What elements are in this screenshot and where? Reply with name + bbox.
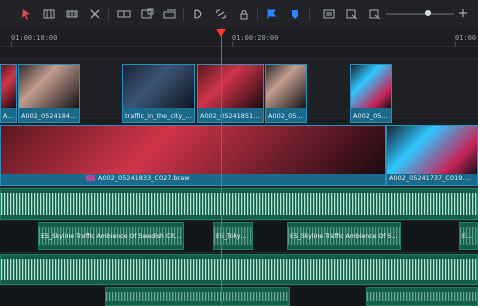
blade-icon[interactable]: [88, 8, 102, 20]
audio-clip[interactable]: [105, 287, 290, 306]
track-divider: [0, 220, 478, 221]
overwrite-clip-icon[interactable]: [140, 8, 154, 20]
video-clip[interactable]: traffic_in_the_city_at_...: [122, 64, 195, 123]
link-icon[interactable]: [214, 8, 228, 20]
insert-clip-icon[interactable]: [117, 8, 131, 20]
flag-icon[interactable]: [265, 8, 279, 20]
audio-clip-label: ES_Skyline Traffic Ambience Of Swe...: [290, 233, 398, 240]
audio-clip[interactable]: ES...: [459, 222, 478, 250]
zoom-custom-icon[interactable]: [368, 8, 382, 20]
zoom-slider-handle[interactable]: [425, 10, 431, 16]
audio-clip[interactable]: ES_Tokyo...: [213, 222, 253, 250]
ruler-tick: [11, 42, 12, 46]
audio-clip[interactable]: ES_Skyline Traffic Ambience Of Swedish C…: [38, 222, 184, 250]
zoom-slider-track[interactable]: [386, 13, 454, 15]
clip-label: A..._br...: [3, 112, 14, 120]
video-clip[interactable]: A002_05241851_C0...: [197, 64, 264, 123]
clip-label: traffic_in_the_city_at_...: [125, 112, 192, 120]
video-clip[interactable]: A002_05241833_C027.braw: [0, 125, 386, 186]
toolbar-divider: [183, 7, 184, 21]
audio-clip[interactable]: [366, 287, 478, 306]
video-clip[interactable]: A002_052...: [350, 64, 392, 123]
video-clip[interactable]: A..._br...: [0, 64, 17, 123]
audio-clip[interactable]: [0, 188, 478, 220]
playhead-handle[interactable]: [216, 29, 226, 37]
toolbar-divider: [257, 7, 258, 21]
audio-clip-label: ES_Skyline Traffic Ambience Of Swedish C…: [41, 233, 181, 240]
track-divider: [0, 58, 478, 59]
clip-label: A002_05241843_C...: [21, 112, 77, 120]
ruler-tick: [232, 42, 233, 46]
toolbar-divider: [108, 7, 109, 21]
ruler-tick: [455, 42, 456, 46]
clip-label: A002_052...: [353, 112, 389, 120]
ruler-timecode: 01:00:20:00: [232, 34, 279, 42]
playhead-line[interactable]: [221, 28, 222, 306]
audio-clip[interactable]: [0, 254, 478, 285]
marker-icon[interactable]: [288, 8, 302, 20]
ruler-timecode: 01:00:10:00: [11, 34, 58, 42]
zoom-detail-icon[interactable]: [345, 8, 359, 20]
timeline-ruler[interactable]: 01:00:10:00 01:00:20:00 01:00:30: [0, 28, 478, 47]
track-divider: [0, 285, 478, 286]
zoom-full-icon[interactable]: [322, 8, 336, 20]
ruler-timecode: 01:00:30: [455, 34, 478, 42]
trim-edit-icon[interactable]: [42, 8, 56, 20]
timeline-window: 01:00:10:00 01:00:20:00 01:00:30 A..._br…: [0, 0, 478, 306]
lock-icon[interactable]: [237, 8, 251, 20]
dynamic-trim-icon[interactable]: [65, 8, 79, 20]
selection-arrow-icon[interactable]: [19, 8, 33, 20]
toolbar-divider: [309, 7, 310, 21]
video-clip[interactable]: A002_052...: [265, 64, 307, 123]
clip-label: A002_05241851_C0...: [200, 112, 261, 120]
clip-label: A002_052...: [268, 112, 304, 120]
clip-label: A002_05241833_C027.braw: [98, 174, 190, 182]
clip-badge: [86, 175, 95, 181]
video-clip[interactable]: A002_05241737_C019.braw: [386, 125, 478, 186]
zoom-plus-icon[interactable]: [456, 7, 470, 19]
snap-icon[interactable]: [191, 8, 205, 20]
replace-clip-icon[interactable]: [163, 8, 177, 20]
audio-clip-label: ES...: [462, 233, 475, 240]
clip-label: A002_05241737_C019.braw: [389, 174, 475, 182]
timeline-toolbar: [0, 0, 478, 29]
track-divider: [0, 252, 478, 253]
audio-clip[interactable]: ES_Skyline Traffic Ambience Of Swe...: [287, 222, 401, 250]
video-clip[interactable]: A002_05241843_C...: [18, 64, 80, 123]
